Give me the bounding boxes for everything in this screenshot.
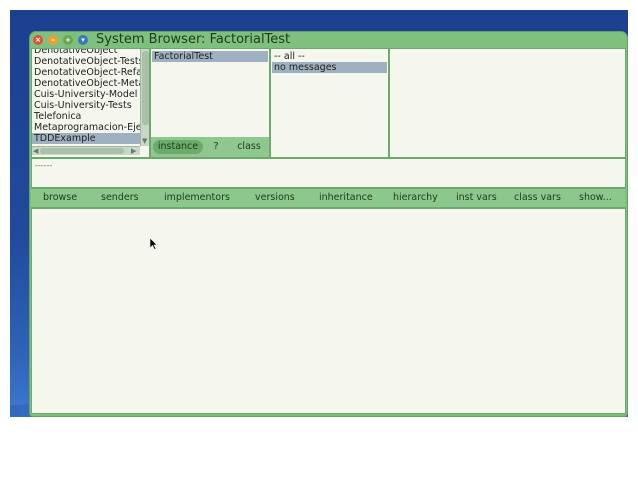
versions-button[interactable]: versions [255, 191, 295, 205]
scroll-right-arrow-icon[interactable]: ▶ [131, 147, 136, 155]
category-vertical-scrollbar[interactable]: ▼ [140, 49, 149, 146]
inheritance-button[interactable]: inheritance [319, 191, 373, 205]
category-item[interactable]: Metaprogramacion-Ejem [32, 122, 149, 133]
menu-icon[interactable]: ▾ [78, 35, 88, 45]
mouse-cursor-icon [150, 238, 158, 250]
browse-button[interactable]: browse [43, 191, 77, 205]
hierarchy-button[interactable]: hierarchy [393, 191, 438, 205]
category-item[interactable]: DenotativeObject-Meta [32, 78, 144, 89]
implementors-button[interactable]: implementors [164, 191, 230, 205]
expand-icon[interactable]: + [63, 35, 73, 45]
category-item[interactable]: Telefonica [32, 111, 140, 122]
category-item[interactable]: DenotativeObject-Refac [32, 67, 147, 78]
scroll-left-arrow-icon[interactable]: ◀ [33, 147, 38, 155]
senders-button[interactable]: senders [101, 191, 139, 205]
category-item-selected[interactable]: TDDExample [32, 133, 140, 144]
protocol-list: -- all -- no messages [272, 51, 387, 73]
close-icon[interactable]: × [33, 35, 43, 45]
class-list: FactorialTest [152, 51, 268, 62]
inst-vars-button[interactable]: inst vars [456, 191, 497, 205]
window-title: System Browser: FactorialTest [96, 32, 291, 47]
scroll-thumb[interactable] [40, 148, 124, 154]
system-browser-window: × – + ▾ System Browser: FactorialTest De… [30, 32, 627, 416]
help-button[interactable]: ? [209, 140, 223, 154]
category-item[interactable]: Cuis-University-Model [32, 89, 140, 100]
browser-toolbar: browse senders implementors versions inh… [31, 188, 625, 208]
title-bar[interactable]: × – + ▾ System Browser: FactorialTest [30, 32, 627, 48]
instance-button[interactable]: instance [153, 140, 203, 154]
class-list-pane: FactorialTest instance ? class [150, 48, 270, 158]
protocol-item-selected[interactable]: no messages [272, 62, 387, 73]
show-button[interactable]: show... [579, 191, 612, 205]
class-item-selected[interactable]: FactorialTest [152, 51, 268, 62]
category-horizontal-scrollbar[interactable]: ◀ ▶ [32, 146, 140, 155]
desktop-background: × – + ▾ System Browser: FactorialTest De… [10, 10, 628, 417]
category-item[interactable]: Cuis-University-Tests [32, 100, 140, 111]
message-list-pane[interactable] [389, 48, 626, 158]
annotation-pane: ------ [31, 158, 626, 188]
minimize-icon[interactable]: – [48, 35, 58, 45]
category-list-pane: DenotativeObject DenotativeObject-Tests … [31, 48, 150, 158]
protocol-list-pane: -- all -- no messages [270, 48, 389, 158]
class-vars-button[interactable]: class vars [514, 191, 561, 205]
code-text[interactable] [32, 209, 625, 213]
code-editor-pane[interactable] [31, 208, 626, 414]
category-item[interactable]: DenotativeObject-Tests [32, 56, 144, 67]
class-button[interactable]: class [233, 140, 265, 154]
category-list: DenotativeObject DenotativeObject-Tests … [32, 49, 149, 144]
scroll-thumb[interactable] [142, 51, 149, 125]
annotation-text: ------ [35, 161, 53, 170]
category-item[interactable]: DenotativeObject [32, 49, 140, 56]
instance-class-switch: instance ? class [151, 137, 269, 157]
scroll-down-arrow-icon[interactable]: ▼ [142, 137, 147, 145]
protocol-item[interactable]: -- all -- [272, 51, 387, 62]
